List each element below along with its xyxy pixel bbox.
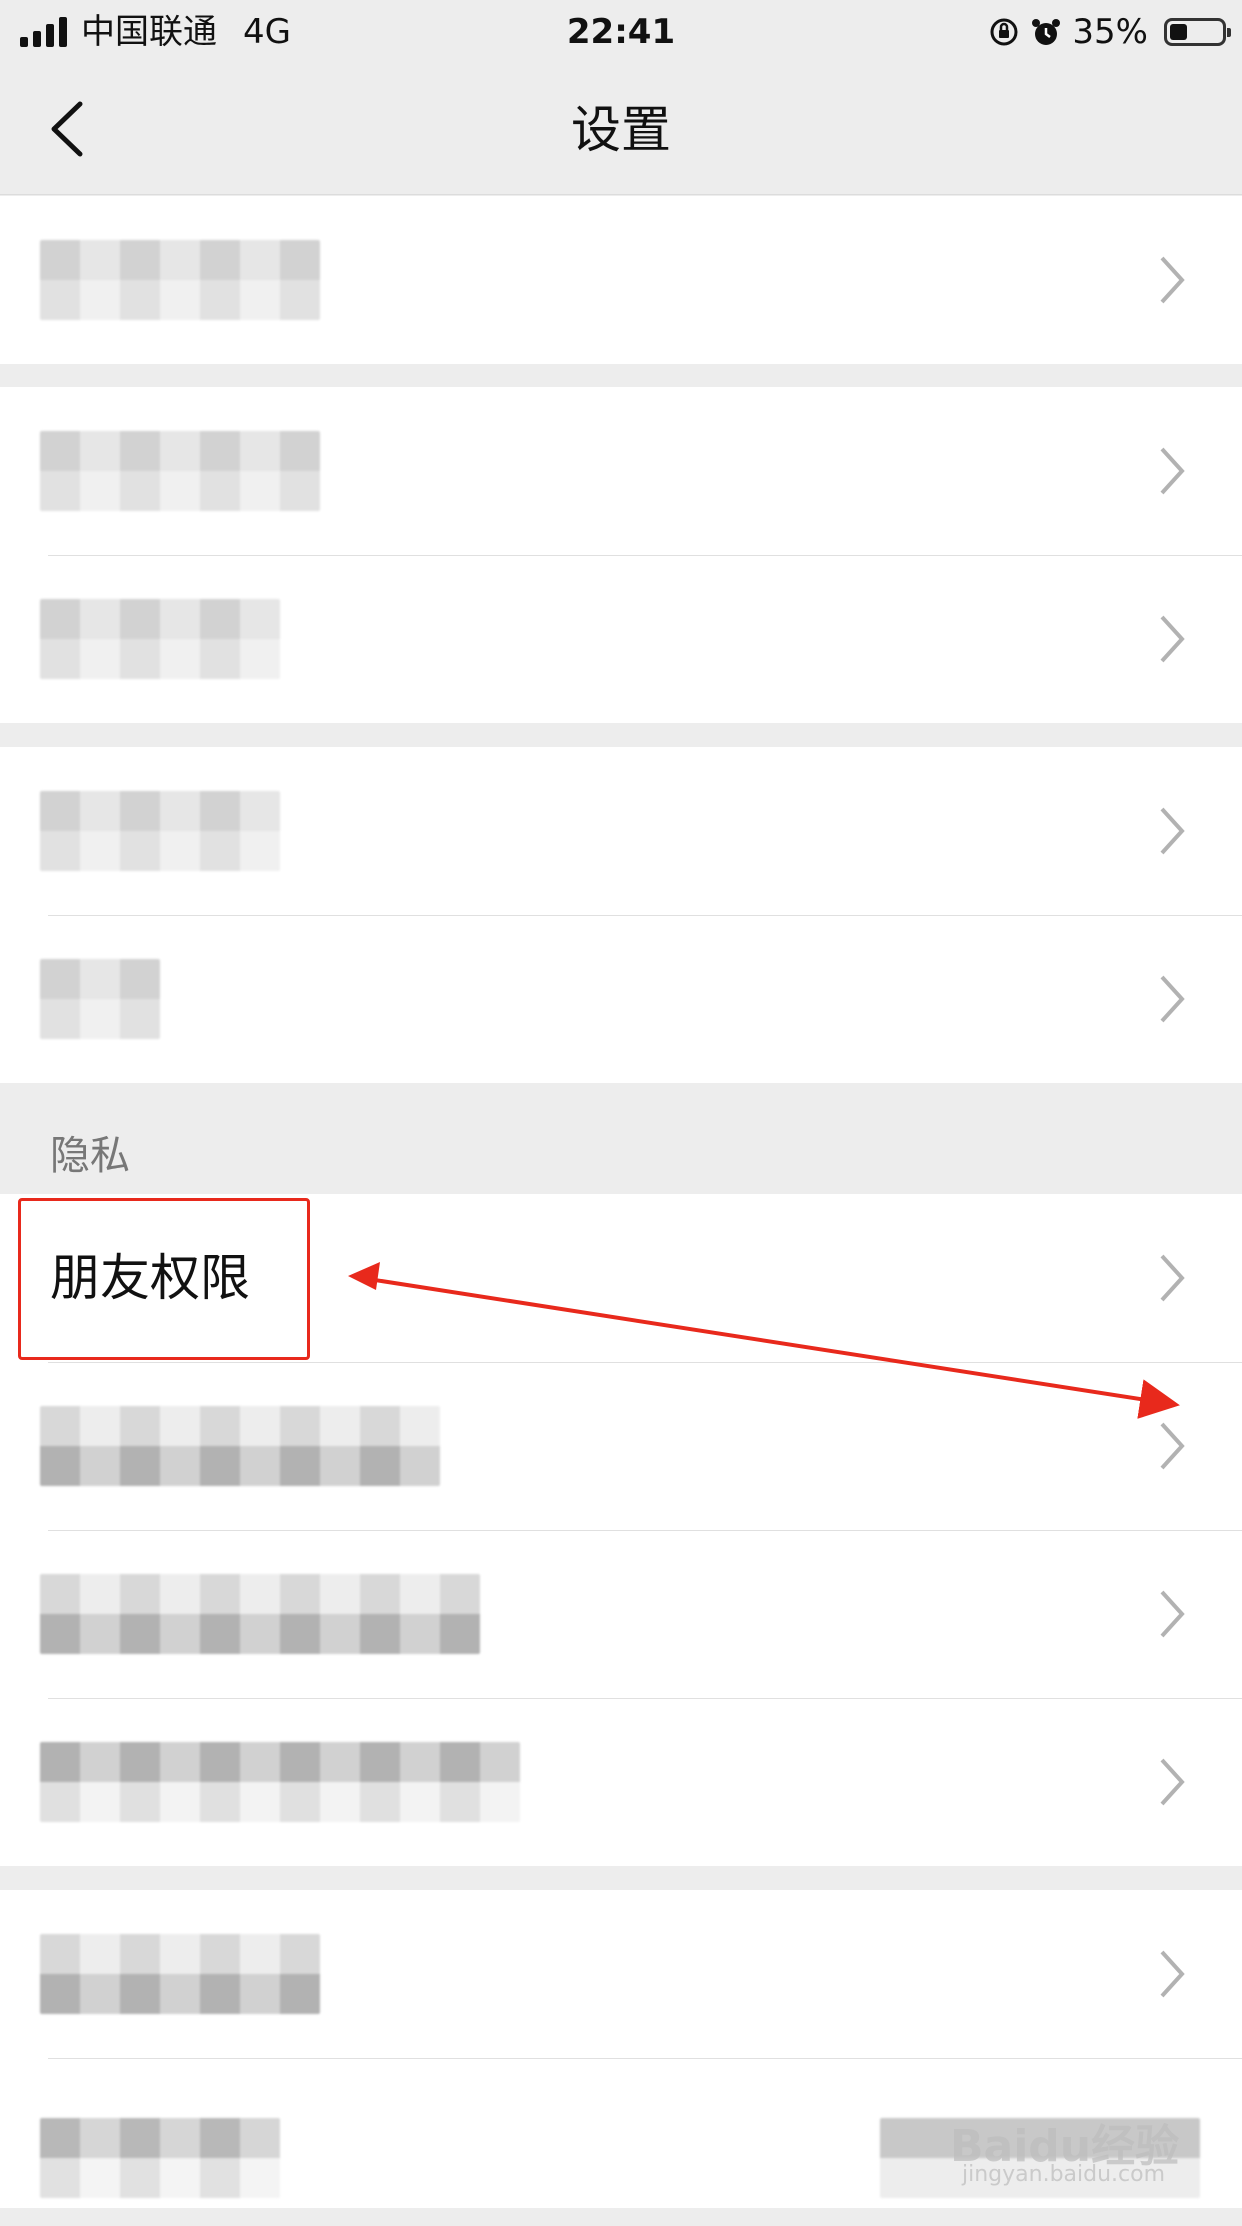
chevron-right-icon <box>1160 1590 1185 1638</box>
blurred-label <box>40 1406 440 1486</box>
page-title: 设置 <box>571 101 671 159</box>
navigation-bar: 设置 <box>0 62 1242 195</box>
baidu-watermark-url: jingyan.baidu.com <box>962 2162 1166 2187</box>
status-bar: 中国联通 4G 22:41 35% <box>0 0 1242 62</box>
settings-row[interactable] <box>0 1890 1242 2058</box>
settings-row[interactable] <box>0 387 1242 555</box>
settings-group-1 <box>0 196 1242 364</box>
blurred-label <box>40 431 320 511</box>
orientation-lock-icon <box>990 18 1018 46</box>
settings-row[interactable] <box>0 1530 1242 1698</box>
blurred-label <box>40 959 160 1039</box>
chevron-right-icon <box>1160 447 1185 495</box>
settings-row[interactable] <box>0 1362 1242 1530</box>
battery-percent: 35% <box>1072 12 1148 52</box>
settings-row[interactable] <box>0 555 1242 723</box>
settings-row[interactable] <box>0 1698 1242 1866</box>
chevron-right-icon <box>1160 615 1185 663</box>
settings-group-3 <box>0 747 1242 1083</box>
battery-icon <box>1164 18 1231 46</box>
blurred-label <box>40 2118 280 2198</box>
blurred-label <box>40 599 280 679</box>
chevron-right-icon <box>1160 1254 1185 1302</box>
alarm-clock-icon <box>1032 19 1061 45</box>
annotation-highlight-box <box>18 1198 310 1360</box>
settings-group-2 <box>0 387 1242 723</box>
chevron-right-icon <box>1160 256 1185 304</box>
blurred-label <box>40 1574 480 1654</box>
chevron-right-icon <box>1160 1950 1185 1998</box>
chevron-right-icon <box>1160 975 1185 1023</box>
blurred-label <box>40 1934 320 2014</box>
chevron-right-icon <box>1160 1758 1185 1806</box>
settings-row[interactable] <box>0 747 1242 915</box>
blurred-label <box>40 791 280 871</box>
chevron-right-icon <box>1160 1422 1185 1470</box>
settings-row[interactable] <box>0 196 1242 364</box>
status-right: 35% <box>988 10 1231 54</box>
chevron-right-icon <box>1160 807 1185 855</box>
section-header-privacy: 隐私 <box>50 1133 130 1179</box>
blurred-label <box>40 240 320 320</box>
settings-row[interactable] <box>0 915 1242 1083</box>
blurred-label <box>40 1742 520 1822</box>
